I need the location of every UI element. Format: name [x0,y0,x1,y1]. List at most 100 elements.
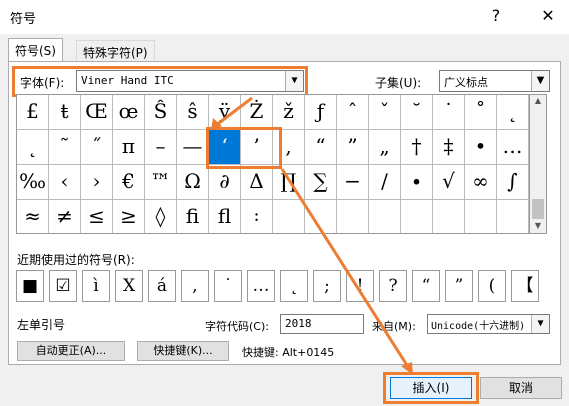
symbol-cell[interactable]: ꞉ [241,200,273,233]
symbol-cell[interactable]: Ż [241,95,273,130]
symbol-cell[interactable]: Œ [81,95,113,130]
symbol-cell[interactable]: ŧ [49,95,81,130]
symbol-cell[interactable]: ˙ [433,95,465,130]
recent-symbol-cell[interactable]: … [247,270,275,302]
shortcut-key-text: 快捷键: Alt+0145 [242,346,335,359]
symbol-cell[interactable]: ˜ [49,130,81,165]
symbol-cell[interactable]: ﬁ [177,200,209,233]
symbol-cell[interactable]: ∫ [497,165,529,200]
symbol-cell[interactable] [433,200,465,233]
scrollbar-thumb[interactable] [532,199,544,219]
subset-select-value: 广义标点 [444,76,488,89]
tab-special-characters[interactable]: 特殊字符(P) [76,40,155,62]
symbol-cell[interactable]: ˆ [337,95,369,130]
symbol-cell[interactable]: ™ [145,165,177,200]
symbol-cell[interactable]: ” [337,130,369,165]
symbol-cell[interactable]: ˛ [497,95,529,130]
symbol-cell[interactable] [497,200,529,233]
symbol-cell[interactable]: ∞ [465,165,497,200]
symbol-cell[interactable]: ÿ [209,95,241,130]
symbol-cell[interactable] [273,200,305,233]
recent-symbol-cell[interactable]: ˙ [214,270,242,302]
symbol-cell[interactable]: ∕ [369,165,401,200]
symbol-cell[interactable]: › [81,165,113,200]
recent-symbol-cell[interactable]: , [181,270,209,302]
symbol-cell[interactable]: Ŝ [145,95,177,130]
close-icon[interactable]: ✕ [536,6,560,25]
symbol-cell[interactable]: œ [113,95,145,130]
symbol-cell[interactable]: ž [273,95,305,130]
recent-symbols-label: 近期使用过的符号(R): [17,253,135,267]
recent-symbol-cell[interactable]: á [148,270,176,302]
symbol-cell[interactable]: ≥ [113,200,145,233]
symbol-cell[interactable] [369,200,401,233]
symbol-cell[interactable]: ∂ [209,165,241,200]
symbol-cell[interactable]: ˝ [81,130,113,165]
symbol-cell[interactable]: ˇ [369,95,401,130]
symbol-cell[interactable] [305,200,337,233]
symbol-cell[interactable]: ‹ [49,165,81,200]
cancel-button[interactable]: 取消 [480,377,562,399]
symbol-cell[interactable]: € [113,165,145,200]
recent-symbol-cell[interactable]: X [115,270,143,302]
symbol-cell[interactable]: ˛ [17,130,49,165]
symbol-cell[interactable]: − [337,165,369,200]
character-name: 左单引号 [17,318,66,332]
symbol-cell[interactable]: ≈ [17,200,49,233]
chevron-down-icon[interactable]: ▼ [531,315,549,333]
help-icon[interactable]: ? [484,6,508,25]
symbol-cell[interactable]: ‰ [17,165,49,200]
symbol-cell[interactable]: ‡ [433,130,465,165]
symbol-cell[interactable] [465,200,497,233]
recent-symbol-cell[interactable]: ; [313,270,341,302]
recent-symbol-cell[interactable]: ■ [16,270,44,302]
symbol-cell[interactable]: π [113,130,145,165]
recent-symbol-cell[interactable]: ☑ [49,270,77,302]
recent-symbol-cell[interactable]: ì [82,270,110,302]
recent-symbol-cell[interactable]: ” [445,270,473,302]
symbol-cell[interactable] [337,200,369,233]
symbol-cell[interactable]: ˘ [401,95,433,130]
title-bar: 符号 ? ✕ [0,0,569,34]
symbol-cell[interactable]: Ω [177,165,209,200]
autocorrect-button[interactable]: 自动更正(A)... [17,341,125,361]
shortcut-key-button[interactable]: 快捷键(K)... [137,341,229,361]
from-select-value: Unicode(十六进制) [431,321,526,332]
symbol-cell[interactable]: ∙ [401,165,433,200]
symbol-cell[interactable]: ﬂ [209,200,241,233]
symbol-cell[interactable]: √ [433,165,465,200]
symbol-cell[interactable]: ƒ [305,95,337,130]
recent-symbol-cell[interactable]: ? [379,270,407,302]
symbol-cell[interactable]: „ [369,130,401,165]
symbol-cell[interactable]: … [497,130,529,165]
symbol-cell[interactable]: — [177,130,209,165]
symbol-cell[interactable]: ŝ [177,95,209,130]
symbol-cell[interactable]: “ [305,130,337,165]
symbol-cell[interactable]: ◊ [145,200,177,233]
character-code-input[interactable]: 2018 [280,314,364,334]
recent-symbol-cell[interactable]: ! [346,270,374,302]
scroll-up-icon[interactable]: ▲ [530,96,546,105]
recent-symbol-cell[interactable]: ( [478,270,506,302]
recent-symbol-cell[interactable]: “ [412,270,440,302]
symbol-cell[interactable]: – [145,130,177,165]
recent-symbol-cell[interactable]: ˛ [280,270,308,302]
symbol-cell[interactable]: Δ [241,165,273,200]
symbol-cell[interactable]: • [465,130,497,165]
recent-symbol-cell[interactable]: 【 [511,270,539,302]
scroll-down-icon[interactable]: ▼ [530,221,546,230]
tab-symbols[interactable]: 符号(S) [8,38,63,62]
symbol-cell[interactable]: ≤ [81,200,113,233]
chevron-down-icon[interactable]: ▼ [531,71,549,91]
symbol-cell[interactable]: ∏ [273,165,305,200]
from-select[interactable]: Unicode(十六进制) ▼ [427,314,550,334]
symbol-cell[interactable]: ≠ [49,200,81,233]
symbol-cell[interactable]: ˚ [465,95,497,130]
symbol-cell[interactable] [401,200,433,233]
symbol-cell[interactable]: ∑ [305,165,337,200]
grid-scrollbar[interactable]: ▲ ▼ [530,94,547,234]
subset-select[interactable]: 广义标点 ▼ [439,70,550,92]
symbol-cell[interactable]: £ [17,95,49,130]
symbol-cell[interactable]: † [401,130,433,165]
from-label: 来自(M): [372,320,416,333]
